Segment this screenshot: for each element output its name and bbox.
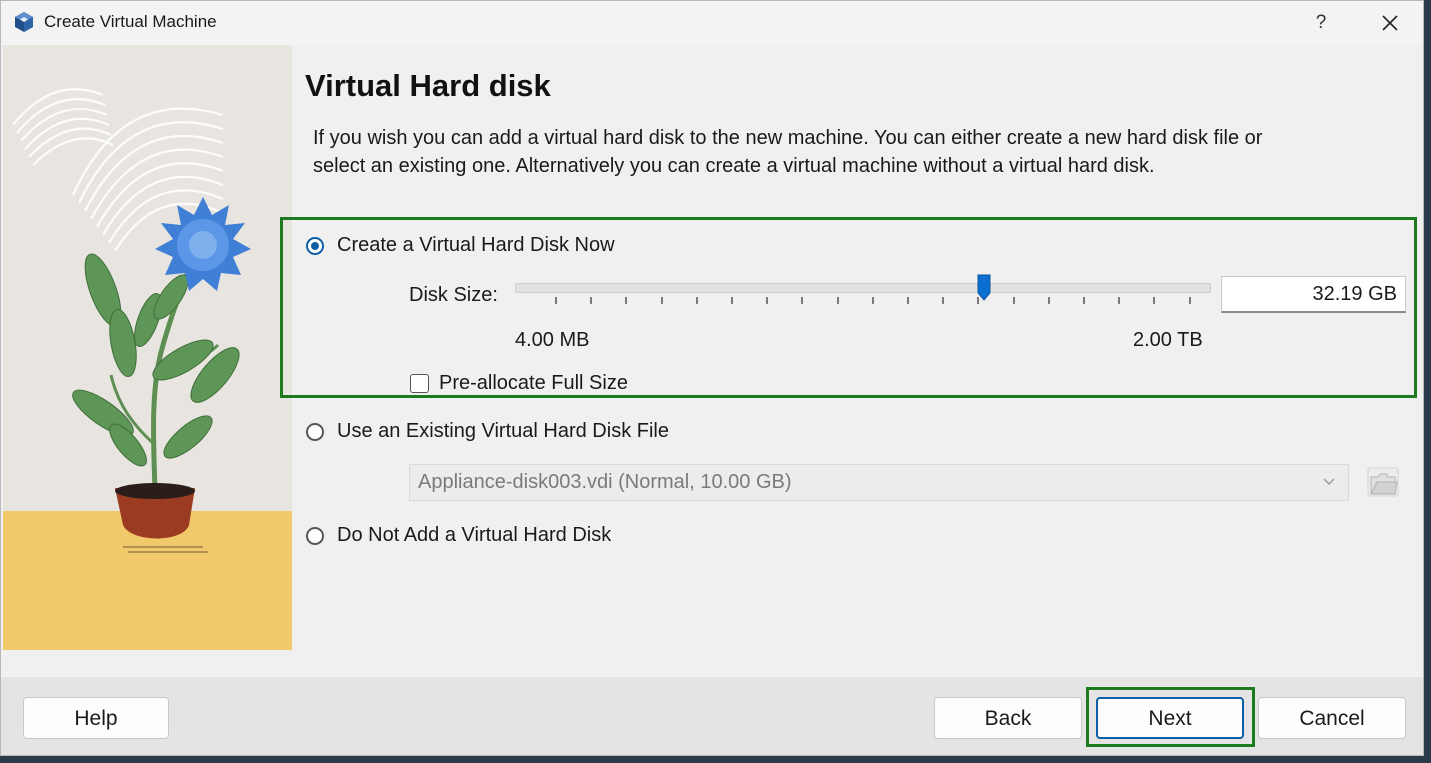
cancel-button[interactable]: Cancel (1258, 697, 1406, 739)
radio-do-not-add-label[interactable]: Do Not Add a Virtual Hard Disk (337, 524, 611, 547)
slider-tick (871, 297, 874, 304)
slider-tick (836, 297, 839, 304)
window-title: Create Virtual Machine (44, 12, 217, 31)
page-title: Virtual Hard disk (305, 68, 551, 103)
page-description: If you wish you can add a virtual hard d… (313, 127, 1263, 177)
disk-size-label: Disk Size: (409, 284, 498, 306)
slider-tick (590, 297, 593, 304)
back-button[interactable]: Back (934, 697, 1082, 739)
slider-ticks (515, 297, 1226, 307)
disk-size-max-label: 2.00 TB (1133, 329, 1203, 351)
slider-tick (766, 297, 769, 304)
background-desktop-bottom (0, 756, 1431, 763)
slider-tick (695, 297, 698, 304)
disk-size-min-label: 4.00 MB (515, 329, 590, 351)
slider-tick (660, 297, 663, 304)
slider-tick (1047, 297, 1050, 304)
radio-create-now[interactable] (306, 237, 324, 255)
slider-tick (555, 297, 557, 304)
background-desktop-strip (1424, 0, 1431, 763)
create-vm-dialog: Create Virtual Machine ? Virtual Hard di… (0, 0, 1424, 756)
slider-tick (942, 297, 945, 304)
disk-size-slider[interactable] (515, 283, 1211, 293)
slider-tick (1188, 297, 1191, 304)
help-button[interactable]: Help (23, 697, 169, 739)
chevron-down-icon (1323, 478, 1335, 486)
disk-size-input[interactable]: 32.19 GB (1221, 276, 1406, 313)
virtualbox-cube-icon (15, 12, 33, 32)
close-icon[interactable] (1375, 9, 1405, 37)
existing-disk-value: Appliance-disk003.vdi (Normal, 10.00 GB) (418, 471, 792, 493)
slider-tick (731, 297, 733, 304)
wizard-content: Virtual Hard disk If you wish you can ad… (280, 45, 1423, 677)
preallocate-label[interactable]: Pre-allocate Full Size (439, 372, 628, 395)
folder-icon[interactable] (1367, 465, 1399, 499)
next-button-highlight (1086, 687, 1255, 747)
slider-handle-icon[interactable] (977, 274, 991, 301)
slider-tick (1118, 297, 1121, 304)
title-bar: Create Virtual Machine ? (1, 1, 1423, 45)
radio-do-not-add[interactable] (306, 527, 324, 545)
radio-use-existing-label[interactable]: Use an Existing Virtual Hard Disk File (337, 420, 669, 443)
slider-tick (1012, 297, 1015, 304)
slider-tick (1083, 297, 1085, 304)
slider-tick (1153, 297, 1156, 304)
slider-tick (907, 297, 909, 304)
existing-disk-select[interactable]: Appliance-disk003.vdi (Normal, 10.00 GB) (409, 464, 1349, 501)
radio-use-existing[interactable] (306, 423, 324, 441)
slider-tick (801, 297, 804, 304)
preallocate-checkbox[interactable] (410, 374, 429, 393)
help-question-button[interactable]: ? (1307, 9, 1335, 37)
slider-tick (625, 297, 628, 304)
wizard-illustration (3, 45, 292, 650)
radio-create-now-label[interactable]: Create a Virtual Hard Disk Now (337, 234, 615, 257)
flower-pot-illustration (3, 45, 292, 650)
